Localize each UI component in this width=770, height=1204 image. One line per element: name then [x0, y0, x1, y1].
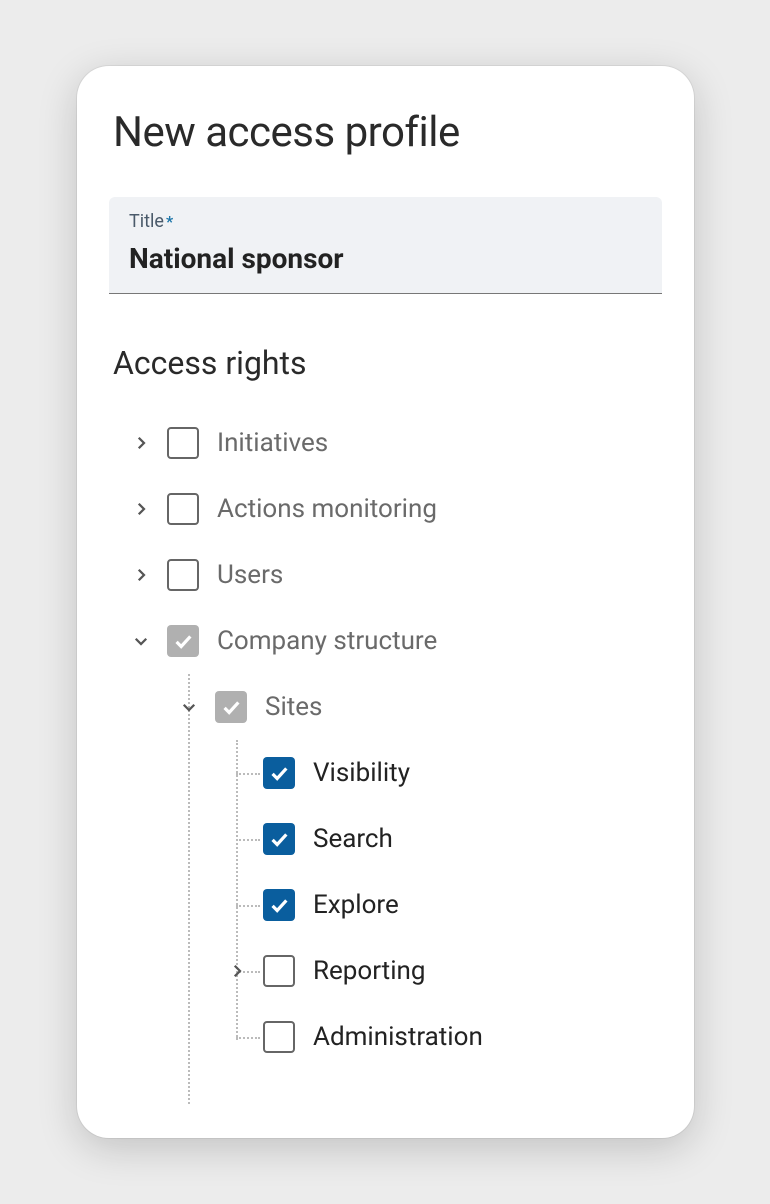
tree-children-sites: Visibility Search Explore — [223, 740, 662, 1070]
dialog-card: New access profile Title* Access rights … — [77, 66, 694, 1138]
tree-row-sites[interactable]: Sites — [175, 674, 662, 740]
checkbox-actions-monitoring[interactable] — [167, 493, 199, 525]
tree-children-company-structure: Sites Visibility — [175, 674, 662, 1070]
title-field[interactable]: Title* — [109, 197, 662, 294]
checkbox-reporting[interactable] — [263, 955, 295, 987]
tree-row-actions-monitoring[interactable]: Actions monitoring — [127, 476, 662, 542]
chevron-right-icon[interactable] — [127, 561, 155, 589]
checkbox-company-structure[interactable] — [167, 625, 199, 657]
required-marker: * — [166, 212, 173, 231]
tree-row-users[interactable]: Users — [127, 542, 662, 608]
tree-label: Company structure — [217, 626, 437, 656]
chevron-right-icon[interactable] — [223, 957, 251, 985]
tree-row-initiatives[interactable]: Initiatives — [127, 410, 662, 476]
access-rights-heading: Access rights — [113, 344, 662, 382]
tree-label: Explore — [313, 890, 399, 920]
checkbox-initiatives[interactable] — [167, 427, 199, 459]
tree-label: Sites — [265, 692, 322, 722]
tree-label: Initiatives — [217, 428, 328, 458]
checkbox-users[interactable] — [167, 559, 199, 591]
checkbox-explore[interactable] — [263, 889, 295, 921]
checkbox-visibility[interactable] — [263, 757, 295, 789]
tree-row-administration[interactable]: Administration — [223, 1004, 662, 1070]
chevron-down-icon[interactable] — [127, 627, 155, 655]
tree-label: Search — [313, 824, 393, 854]
title-label-row: Title* — [129, 211, 642, 232]
tree-label: Actions monitoring — [217, 494, 437, 524]
checkbox-search[interactable] — [263, 823, 295, 855]
tree-row-explore[interactable]: Explore — [223, 872, 662, 938]
tree-label: Administration — [313, 1022, 483, 1052]
chevron-down-icon[interactable] — [175, 693, 203, 721]
tree-label: Visibility — [313, 758, 410, 788]
title-label: Title — [129, 211, 164, 232]
page-title: New access profile — [113, 108, 662, 157]
tree-row-visibility[interactable]: Visibility — [223, 740, 662, 806]
tree-label: Users — [217, 560, 283, 590]
checkbox-administration[interactable] — [263, 1021, 295, 1053]
tree-label: Reporting — [313, 956, 425, 986]
tree-row-search[interactable]: Search — [223, 806, 662, 872]
chevron-right-icon[interactable] — [127, 429, 155, 457]
title-input[interactable] — [129, 242, 642, 275]
tree-row-reporting[interactable]: Reporting — [223, 938, 662, 1004]
access-rights-tree: Initiatives Actions monitoring Users — [127, 410, 662, 1070]
tree-row-company-structure[interactable]: Company structure — [127, 608, 662, 674]
chevron-right-icon[interactable] — [127, 495, 155, 523]
checkbox-sites[interactable] — [215, 691, 247, 723]
